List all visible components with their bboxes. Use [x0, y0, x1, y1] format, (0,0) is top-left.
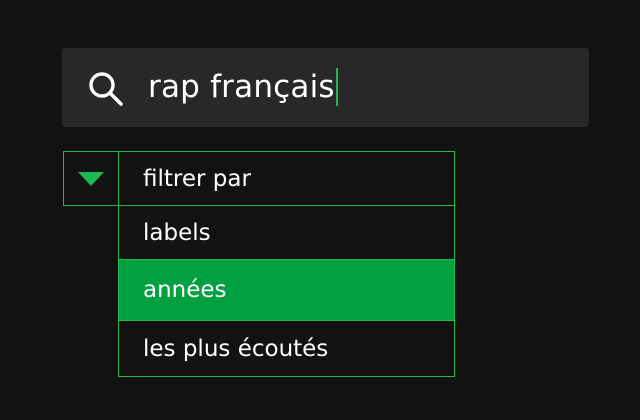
triangle-down-icon: [78, 171, 104, 186]
filter-control: filtrer par labels années les plus écout…: [63, 151, 455, 377]
filter-option-les-plus-ecoutes[interactable]: les plus écoutés: [119, 320, 454, 376]
filter-header-label: filtrer par: [119, 152, 454, 206]
search-input[interactable]: rap français: [148, 66, 338, 108]
filter-option-labels[interactable]: labels: [119, 206, 454, 260]
filter-option-annees[interactable]: années: [119, 260, 454, 320]
search-bar[interactable]: rap français: [62, 48, 589, 127]
search-icon: [89, 72, 123, 106]
filter-dropdown: filtrer par labels années les plus écout…: [118, 151, 455, 377]
text-cursor: [335, 68, 338, 106]
search-query: rap français: [148, 69, 335, 105]
filter-toggle-button[interactable]: [63, 151, 119, 206]
